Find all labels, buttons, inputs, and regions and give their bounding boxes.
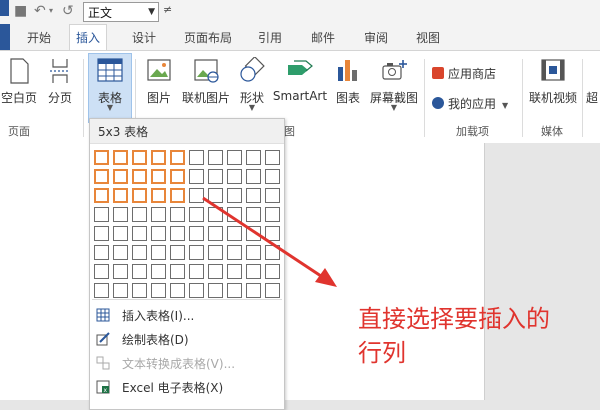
annotation-text: 直接选择要插入的 行列 bbox=[358, 302, 598, 370]
arrow-line bbox=[202, 196, 328, 282]
annotation-line-1: 直接选择要插入的 bbox=[358, 305, 550, 333]
annotation-line-2: 行列 bbox=[358, 339, 406, 367]
arrow-head bbox=[315, 268, 337, 287]
